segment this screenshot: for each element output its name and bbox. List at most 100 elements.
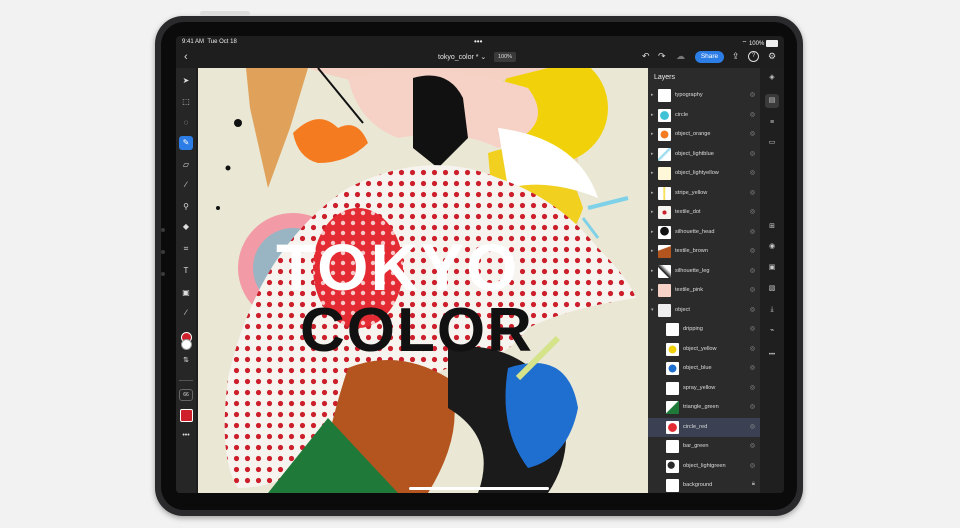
eraser-icon[interactable]: ▱	[179, 158, 193, 172]
share-button[interactable]: Share	[695, 51, 724, 63]
settings-gear-icon[interactable]: ⚙	[768, 51, 776, 62]
eye-icon[interactable]: ◎	[750, 91, 755, 98]
chevron-right-icon[interactable]: ▸	[651, 151, 654, 157]
eye-icon[interactable]: ◎	[750, 286, 755, 293]
eye-icon[interactable]: ◎	[750, 130, 755, 137]
mask-icon[interactable]: ▣	[765, 261, 779, 275]
foreground-color-swatch[interactable]	[179, 332, 193, 350]
chevron-right-icon[interactable]: ▸	[651, 131, 654, 137]
text-icon[interactable]: T	[179, 264, 193, 278]
place-image-icon[interactable]: ▣	[179, 286, 193, 300]
undo-button[interactable]: ↶	[642, 51, 650, 62]
layer-row[interactable]: object_yellow ◎	[648, 340, 760, 360]
layer-name: object_lightyellow	[675, 170, 719, 176]
layer-row[interactable]: ▸ silhouette_leg ◎	[648, 262, 760, 282]
eye-icon[interactable]: ◎	[750, 403, 755, 410]
layer-properties-icon[interactable]: ▤	[765, 94, 779, 108]
brush-color-swatch[interactable]	[179, 408, 193, 422]
chevron-right-icon[interactable]: ▸	[651, 92, 654, 98]
redo-button[interactable]: ↷	[658, 51, 666, 62]
eye-icon[interactable]: ◎	[750, 169, 755, 176]
multitask-dots[interactable]: •••	[474, 37, 482, 46]
layer-row[interactable]: object_blue ◎	[648, 359, 760, 379]
eye-icon[interactable]: ◎	[750, 462, 755, 469]
eye-icon[interactable]: ◎	[750, 306, 755, 313]
canvas[interactable]: TOKYO COLOR	[198, 68, 648, 493]
chevron-right-icon[interactable]: ▸	[651, 287, 654, 293]
clone-icon[interactable]: ⚲	[179, 200, 193, 214]
export-icon[interactable]: ⇪	[732, 51, 740, 62]
layer-row[interactable]: ▸ typography ◎	[648, 86, 760, 106]
eye-icon[interactable]: ◎	[750, 267, 755, 274]
layer-row[interactable]: circle_red ◎	[648, 417, 760, 437]
select-icon[interactable]: ➤	[179, 74, 193, 88]
layers-stack-icon[interactable]: ◈	[765, 71, 779, 85]
chevron-right-icon[interactable]: ▸	[651, 209, 654, 215]
brush-icon[interactable]: ✎	[179, 136, 193, 150]
eye-icon[interactable]: ◎	[750, 423, 755, 430]
eye-icon[interactable]: ◎	[750, 208, 755, 215]
layer-row[interactable]: ▸ circle ◎	[648, 106, 760, 126]
layer-row[interactable]: background 🔒︎	[648, 476, 760, 493]
layer-row[interactable]: ▸ object_lightblue ◎	[648, 145, 760, 165]
eye-icon[interactable]: ◎	[750, 189, 755, 196]
chevron-right-icon[interactable]: ▸	[651, 190, 654, 196]
layer-row[interactable]: object_lightgreen ◎	[648, 457, 760, 477]
layer-thumbnail	[658, 167, 671, 180]
eye-icon[interactable]: ◎	[750, 247, 755, 254]
fill-icon[interactable]: ◆	[179, 220, 193, 234]
chevron-right-icon[interactable]: ▸	[651, 268, 654, 274]
more-options-icon[interactable]: •••	[179, 429, 193, 443]
eye-icon[interactable]: ◎	[750, 228, 755, 235]
swap-colors-icon[interactable]: ⇅	[179, 354, 193, 368]
adjustments-icon[interactable]: ≡	[765, 116, 779, 130]
chevron-right-icon[interactable]: ▸	[651, 229, 654, 235]
zoom-level[interactable]: 100%	[494, 52, 516, 62]
layer-name: dripping	[683, 326, 703, 332]
eye-icon[interactable]: ◎	[750, 384, 755, 391]
layer-row[interactable]: spray_yellow ◎	[648, 379, 760, 399]
chevron-down-icon[interactable]: ▾	[651, 307, 654, 313]
layer-row[interactable]: ▸ object_lightyellow ◎	[648, 164, 760, 184]
fill-layer-icon[interactable]: ▧	[765, 282, 779, 296]
layer-row[interactable]: triangle_green ◎	[648, 398, 760, 418]
layer-name: textile_dot	[675, 209, 701, 215]
document-title[interactable]: tokyo_color * ⌄	[438, 53, 486, 61]
chevron-right-icon[interactable]: ▸	[651, 170, 654, 176]
add-layer-icon[interactable]: ⊞	[765, 220, 779, 234]
help-button[interactable]: ?	[748, 51, 759, 62]
brush-size[interactable]: 66	[179, 389, 193, 401]
chevron-right-icon[interactable]: ▸	[651, 112, 654, 118]
eye-icon[interactable]: ◎	[750, 111, 755, 118]
layer-row[interactable]: ▸ object_orange ◎	[648, 125, 760, 145]
crop-icon[interactable]: ⌗	[179, 242, 193, 256]
smudge-icon[interactable]: ∕	[179, 178, 193, 192]
eye-icon[interactable]: ◎	[750, 364, 755, 371]
chevron-right-icon[interactable]: ▸	[651, 248, 654, 254]
layer-row[interactable]: bar_green ◎	[648, 437, 760, 457]
layer-name: object_blue	[683, 365, 712, 371]
layer-row[interactable]: ▾ object ◎	[648, 301, 760, 321]
side-button	[161, 250, 165, 254]
lock-icon[interactable]: 🔒︎	[752, 481, 755, 488]
layer-row[interactable]: ▸ stripe_yellow ◎	[648, 184, 760, 204]
layer-row[interactable]: ▸ silhouette_head ◎	[648, 223, 760, 243]
eye-icon[interactable]: ◎	[750, 345, 755, 352]
layer-row[interactable]: dripping ◎	[648, 320, 760, 340]
merge-layer-icon[interactable]: ⤓	[765, 303, 779, 317]
comments-icon[interactable]: ▭	[765, 136, 779, 150]
eye-icon[interactable]: ◎	[750, 442, 755, 449]
layer-row[interactable]: ▸ textile_brown ◎	[648, 242, 760, 262]
lasso-icon[interactable]: ◌	[179, 116, 193, 130]
back-button[interactable]: ‹	[184, 51, 188, 63]
layer-row[interactable]: ▸ textile_dot ◎	[648, 203, 760, 223]
more-icon[interactable]: •••	[765, 348, 779, 362]
eye-icon[interactable]: ◎	[750, 325, 755, 332]
visibility-icon[interactable]: ◉	[765, 240, 779, 254]
clip-layer-icon[interactable]: ⌁	[765, 324, 779, 338]
layer-row[interactable]: ▸ textile_pink ◎	[648, 281, 760, 301]
transform-icon[interactable]: ⬚	[179, 95, 193, 109]
eyedropper-icon[interactable]: ∕	[179, 306, 193, 320]
eye-icon[interactable]: ◎	[750, 150, 755, 157]
battery-percent: 100%	[748, 41, 765, 47]
